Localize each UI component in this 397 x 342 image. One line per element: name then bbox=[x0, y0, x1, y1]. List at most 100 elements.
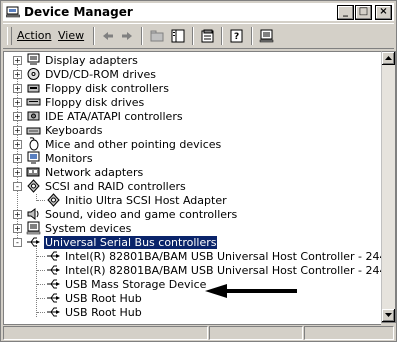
tree-item-label: System devices bbox=[45, 221, 132, 235]
tree-item-label: Universal Serial Bus controllers bbox=[44, 235, 218, 249]
usb-controller-icon bbox=[27, 237, 40, 247]
expand-button[interactable]: + bbox=[13, 154, 22, 163]
close-button[interactable]: × bbox=[375, 5, 392, 20]
tree-connector bbox=[37, 256, 45, 257]
scroll-up-icon bbox=[385, 56, 392, 60]
title-bar: Device Manager _ □ × bbox=[3, 3, 394, 21]
menu-view[interactable]: View bbox=[58, 29, 84, 42]
expand-button[interactable]: + bbox=[13, 56, 22, 65]
tree-item-label: DVD/CD-ROM drives bbox=[45, 67, 156, 81]
expand-button[interactable]: + bbox=[13, 98, 22, 107]
tree-item[interactable]: Floppy disk controllers bbox=[26, 81, 170, 95]
usb-icon bbox=[47, 251, 60, 261]
tree-item-label: SCSI and RAID controllers bbox=[45, 179, 186, 193]
maximize-button[interactable]: □ bbox=[355, 5, 372, 20]
toolbar-separator bbox=[192, 27, 194, 45]
back-arrow-icon[interactable] bbox=[100, 28, 116, 44]
network-adapter-icon bbox=[26, 167, 40, 177]
expand-button[interactable]: + bbox=[13, 126, 22, 135]
tree-item-label: USB Root Hub bbox=[65, 305, 142, 319]
tree-item-label: Mice and other pointing devices bbox=[45, 137, 222, 151]
toolbar-separator bbox=[141, 27, 143, 45]
tree-item[interactable]: DVD/CD-ROM drives bbox=[26, 67, 157, 81]
expand-button[interactable]: + bbox=[13, 140, 22, 149]
scroll-down-icon bbox=[385, 313, 392, 317]
tree-item-label: Network adapters bbox=[45, 165, 144, 179]
tree-item[interactable]: USB Root Hub bbox=[46, 291, 143, 305]
tree-item[interactable]: Network adapters bbox=[26, 165, 144, 179]
tree-item-label: Keyboards bbox=[45, 123, 103, 137]
menu-action[interactable]: Action bbox=[17, 29, 51, 42]
status-panel bbox=[304, 326, 394, 340]
tree-item[interactable]: USB Mass Storage Device bbox=[46, 277, 207, 291]
device-tree[interactable]: + Display adapters + DVD/CD-ROM drives +… bbox=[3, 51, 381, 325]
toolbar-separator bbox=[221, 27, 223, 45]
window-title: Device Manager bbox=[24, 5, 133, 19]
tree-item-label: Display adapters bbox=[45, 53, 138, 67]
monitor-icon bbox=[27, 151, 40, 164]
svg-text:?: ? bbox=[234, 32, 239, 42]
expand-button[interactable]: + bbox=[13, 168, 22, 177]
tree-item[interactable]: Display adapters bbox=[26, 53, 139, 67]
expand-button[interactable]: + bbox=[13, 112, 22, 121]
expand-button[interactable]: + bbox=[13, 210, 22, 219]
tree-item-label: Monitors bbox=[45, 151, 93, 165]
forward-arrow-icon[interactable] bbox=[119, 28, 135, 44]
mouse-icon bbox=[29, 137, 39, 151]
tree-item[interactable]: Sound, video and game controllers bbox=[26, 207, 238, 221]
usb-icon bbox=[47, 307, 60, 317]
tree-item[interactable]: Initio Ultra SCSI Host Adapter bbox=[46, 193, 228, 207]
ide-controller-icon bbox=[27, 111, 40, 121]
tree-item[interactable]: Universal Serial Bus controllers bbox=[26, 235, 218, 249]
tree-item[interactable]: System devices bbox=[26, 221, 132, 235]
tree-item-label: Floppy disk controllers bbox=[45, 81, 169, 95]
toolbar-grip bbox=[7, 27, 12, 45]
vertical-scrollbar[interactable] bbox=[381, 51, 396, 323]
properties-icon[interactable] bbox=[200, 28, 216, 44]
help-icon[interactable]: ? bbox=[229, 28, 245, 44]
tree-item[interactable]: SCSI and RAID controllers bbox=[26, 179, 187, 193]
menu-view-label: View bbox=[58, 29, 85, 42]
tree-item[interactable]: USB Root Hub bbox=[46, 305, 143, 319]
expand-button[interactable]: + bbox=[13, 224, 22, 233]
tree-item[interactable]: Monitors bbox=[26, 151, 94, 165]
sound-icon bbox=[27, 208, 39, 220]
tree-item-label: USB Root Hub bbox=[65, 291, 142, 305]
tree-connector bbox=[37, 284, 45, 285]
tree-item[interactable]: IDE ATA/ATAPI controllers bbox=[26, 109, 184, 123]
tree-item[interactable]: Intel(R) 82801BA/BAM USB Universal Host … bbox=[46, 263, 381, 277]
tree-item[interactable]: Floppy disk drives bbox=[26, 95, 145, 109]
tree-item-label: Initio Ultra SCSI Host Adapter bbox=[65, 193, 227, 207]
show-hide-tree-icon[interactable] bbox=[170, 28, 186, 44]
minimize-button[interactable]: _ bbox=[337, 5, 354, 20]
menu-action-label: Action bbox=[17, 29, 52, 42]
collapse-button[interactable]: - bbox=[13, 238, 22, 247]
tree-item-label: Intel(R) 82801BA/BAM USB Universal Host … bbox=[65, 249, 381, 263]
tree-connector bbox=[37, 298, 45, 299]
tree-item[interactable]: Intel(R) 82801BA/BAM USB Universal Host … bbox=[46, 249, 381, 263]
status-panel bbox=[3, 326, 208, 340]
up-folder-icon[interactable] bbox=[149, 28, 165, 44]
floppy-drive-icon bbox=[26, 98, 41, 106]
tree-item[interactable]: Keyboards bbox=[26, 123, 103, 137]
status-bar bbox=[3, 326, 394, 340]
pointer-arrow-icon bbox=[205, 284, 297, 298]
toolbar-separator bbox=[93, 27, 95, 45]
scsi-controller-icon bbox=[27, 179, 40, 193]
scroll-down-button[interactable] bbox=[382, 309, 395, 322]
tree-connector bbox=[37, 200, 45, 201]
collapse-button[interactable]: - bbox=[13, 182, 22, 191]
floppy-controller-icon bbox=[27, 84, 40, 93]
scroll-up-button[interactable] bbox=[382, 52, 395, 65]
scan-hardware-icon[interactable] bbox=[259, 28, 275, 44]
expand-button[interactable]: + bbox=[13, 84, 22, 93]
usb-icon bbox=[47, 279, 60, 289]
tree-item-label: Sound, video and game controllers bbox=[45, 207, 238, 221]
cd-drive-icon bbox=[27, 68, 40, 80]
usb-icon bbox=[47, 265, 60, 275]
tree-item[interactable]: Mice and other pointing devices bbox=[26, 137, 222, 151]
device-manager-icon bbox=[6, 6, 20, 18]
expand-button[interactable]: + bbox=[13, 70, 22, 79]
tree-connector bbox=[37, 270, 45, 271]
tree-item-label: Floppy disk drives bbox=[45, 95, 145, 109]
